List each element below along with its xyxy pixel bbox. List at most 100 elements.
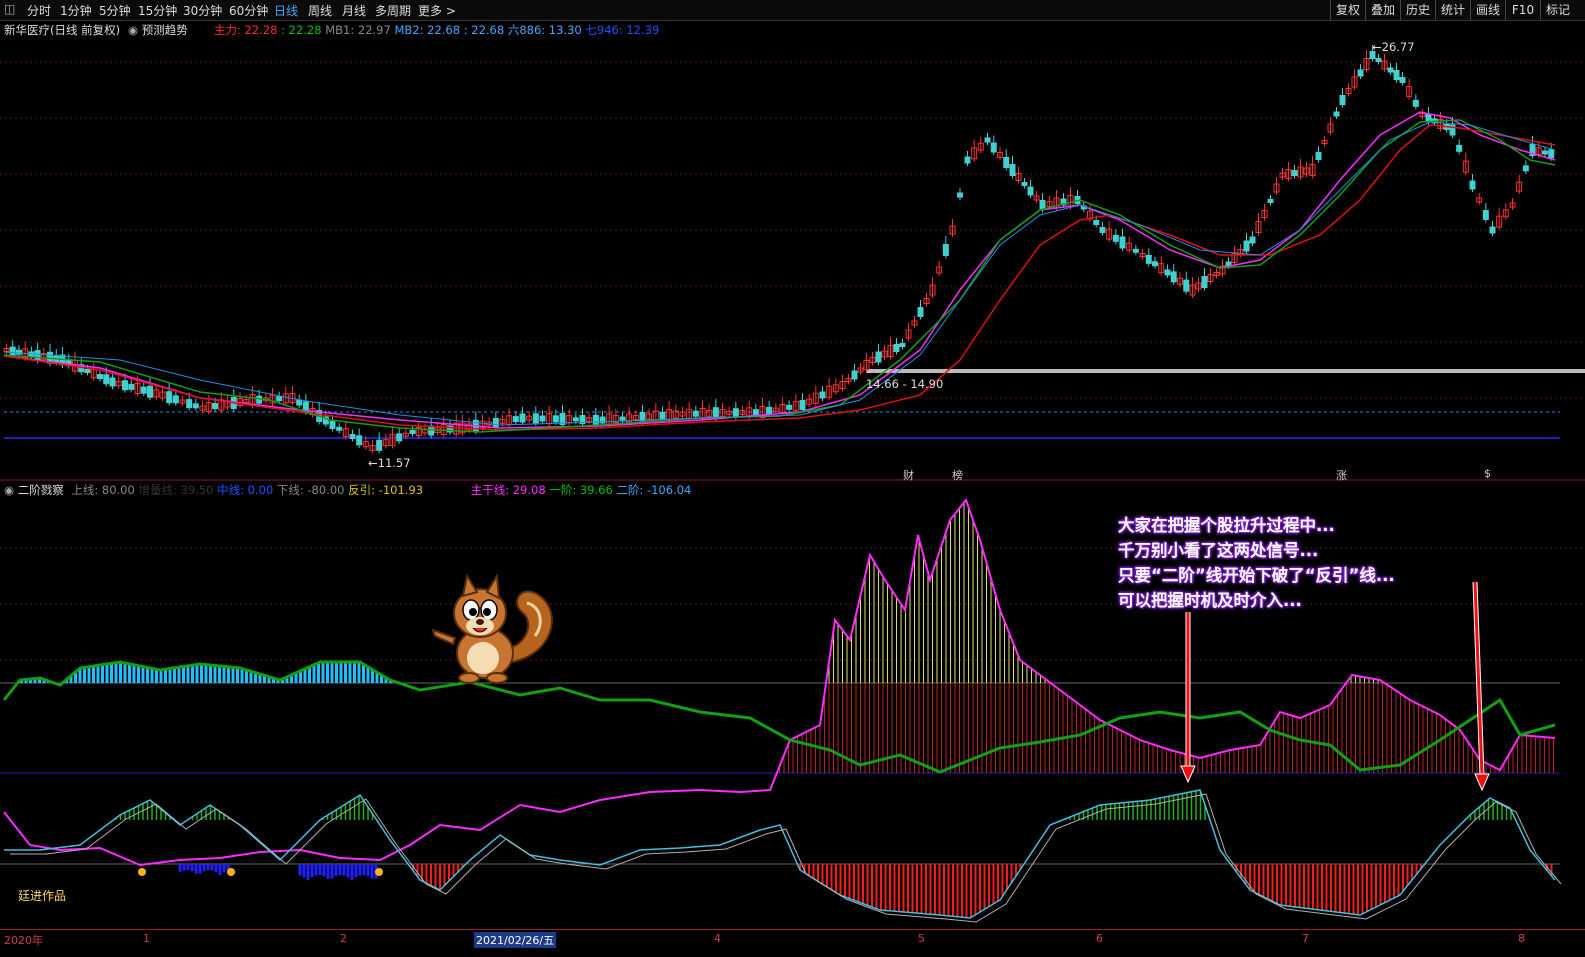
- candle: [1170, 271, 1177, 283]
- candle: [799, 400, 806, 410]
- chevron-down-icon: ◉: [128, 23, 139, 37]
- indicator-zhuli: 主力: 22.28: [214, 23, 278, 37]
- candle: [296, 399, 303, 406]
- indicator-trunk: 主干线: 29.08: [470, 483, 546, 497]
- callout-line-2: 千万别小看了这两处信号...: [1118, 541, 1319, 560]
- candle: [893, 344, 900, 352]
- candle: [1021, 182, 1028, 186]
- kline-chart-canvas[interactable]: [0, 0, 1585, 957]
- time-axis-cursor-date: 2021/02/26/五: [474, 932, 557, 948]
- range-label: 14.66 - 14.90: [866, 377, 944, 391]
- indicator-mb2-value: : 22.68: [463, 23, 505, 37]
- main-indicator-legend: 主力: 22.28 : 22.28 MB1: 22.97 MB2: 22.68 …: [214, 22, 659, 38]
- candle: [192, 403, 199, 409]
- candle: [1482, 210, 1489, 220]
- time-axis-label: 8: [1518, 932, 1525, 945]
- candle: [732, 408, 739, 418]
- candle: [1249, 236, 1256, 244]
- candle: [1393, 70, 1400, 80]
- event-marker-dividend[interactable]: $: [1484, 467, 1491, 480]
- chevron-down-icon[interactable]: ◉: [4, 483, 14, 497]
- candle: [376, 439, 383, 451]
- indicator-mb1: MB1: 22.97: [325, 23, 391, 37]
- candle: [109, 377, 116, 387]
- candle: [1243, 240, 1250, 252]
- candle: [1132, 248, 1139, 253]
- candle: [1152, 261, 1158, 267]
- candle: [212, 403, 218, 409]
- stock-title: 新华医疗(日线 前复权): [4, 23, 121, 37]
- candle: [140, 386, 147, 394]
- candle: [147, 385, 153, 398]
- time-axis-label: 5: [918, 932, 925, 945]
- event-marker-rank[interactable]: 榜: [952, 467, 963, 483]
- indicator-mb2: MB2: 22.68: [394, 23, 461, 37]
- forecast-label: 预测趋势: [141, 23, 188, 37]
- candle: [329, 421, 336, 429]
- time-axis-label: 1: [143, 932, 150, 945]
- candle: [103, 374, 110, 385]
- indicator-second-order: 二阶: -106.04: [616, 483, 692, 497]
- event-marker-finance[interactable]: 财: [903, 467, 914, 483]
- ma-line-magenta: [3, 111, 1556, 429]
- candle: [532, 413, 539, 424]
- candle: [990, 142, 997, 153]
- callout-line-1: 大家在把握个股拉升过程中...: [1118, 516, 1335, 535]
- candle: [1093, 220, 1100, 225]
- ma-line-red: [3, 124, 1556, 431]
- candle: [1387, 67, 1394, 73]
- sub-indicator-title: 二阶戮察: [17, 483, 64, 497]
- callout-arrowhead: [1474, 773, 1490, 792]
- high-price-value: 26.77: [1381, 40, 1415, 54]
- candle: [1112, 234, 1119, 242]
- candle: [1099, 227, 1106, 233]
- indicator-first-order: 一阶: 39.66: [549, 483, 613, 497]
- candle: [1456, 144, 1463, 152]
- candle: [1039, 200, 1046, 210]
- candle: [964, 156, 971, 164]
- candle: [519, 413, 526, 423]
- indicator-increment: 增量线: 39.50: [138, 483, 214, 497]
- event-marker-limit-up[interactable]: 涨: [1336, 467, 1347, 483]
- author-label: 廷进作品: [18, 889, 67, 903]
- callout-line-3: 只要“二阶”线开始下破了“反引”线...: [1118, 566, 1395, 585]
- time-axis-label: 6: [1096, 932, 1103, 945]
- candle: [957, 192, 963, 198]
- candle: [1333, 111, 1340, 117]
- low-price-value: 11.57: [377, 456, 411, 470]
- hand-pointer-icon: [138, 868, 146, 876]
- candle: [186, 399, 193, 409]
- time-axis-line: [0, 929, 1585, 930]
- candle: [659, 412, 666, 419]
- candle: [766, 406, 773, 415]
- high-price-label: ←26.77: [1372, 40, 1415, 54]
- candle: [619, 416, 626, 421]
- candle: [1315, 152, 1322, 160]
- candle: [1375, 58, 1382, 62]
- low-price-label: ←11.57: [368, 456, 411, 470]
- candle: [349, 434, 356, 439]
- indicator-middle: 中线: 0.00: [217, 483, 274, 497]
- candle: [128, 383, 135, 390]
- candle: [34, 350, 41, 362]
- candle: [1412, 99, 1419, 107]
- candle: [409, 430, 416, 434]
- candle: [1357, 69, 1364, 77]
- ma-line-green: [3, 119, 1556, 433]
- candle: [1201, 276, 1208, 288]
- indicator-liu: 六886: 13.30: [507, 23, 582, 37]
- candle: [539, 415, 546, 422]
- hand-pointer-icon: [375, 868, 383, 876]
- ma-line-blue: [3, 121, 1556, 426]
- forecast-toggle[interactable]: ◉ 预测趋势: [128, 22, 188, 38]
- candle: [1291, 170, 1298, 176]
- candle: [592, 414, 599, 425]
- indicator-zhuli-value: : 22.28: [281, 23, 322, 37]
- candle: [1119, 236, 1126, 249]
- candle: [336, 426, 343, 431]
- indicator-upper: 上线: 80.00: [71, 483, 135, 497]
- candle: [1548, 149, 1555, 159]
- candle: [786, 404, 793, 410]
- candle: [1003, 157, 1010, 168]
- candle: [1267, 199, 1274, 203]
